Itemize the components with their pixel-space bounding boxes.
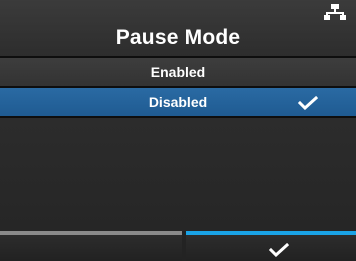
network-icon (324, 4, 346, 20)
menu-item-enabled[interactable]: Enabled (0, 58, 356, 86)
printer-screen: Pause Mode Enabled Disabled (0, 0, 356, 261)
back-button-indicator (0, 231, 182, 235)
header: Pause Mode (0, 0, 356, 56)
confirm-button[interactable] (186, 231, 356, 261)
page-title: Pause Mode (115, 26, 241, 49)
checkmark-icon (269, 243, 289, 257)
footer-bar (0, 231, 356, 261)
selected-checkmark-icon (298, 96, 318, 110)
menu-item-label: Enabled (150, 64, 206, 80)
confirm-button-indicator (186, 231, 356, 235)
empty-list-area (0, 118, 356, 231)
menu-item-disabled[interactable]: Disabled (0, 88, 356, 116)
back-button[interactable] (0, 231, 182, 261)
